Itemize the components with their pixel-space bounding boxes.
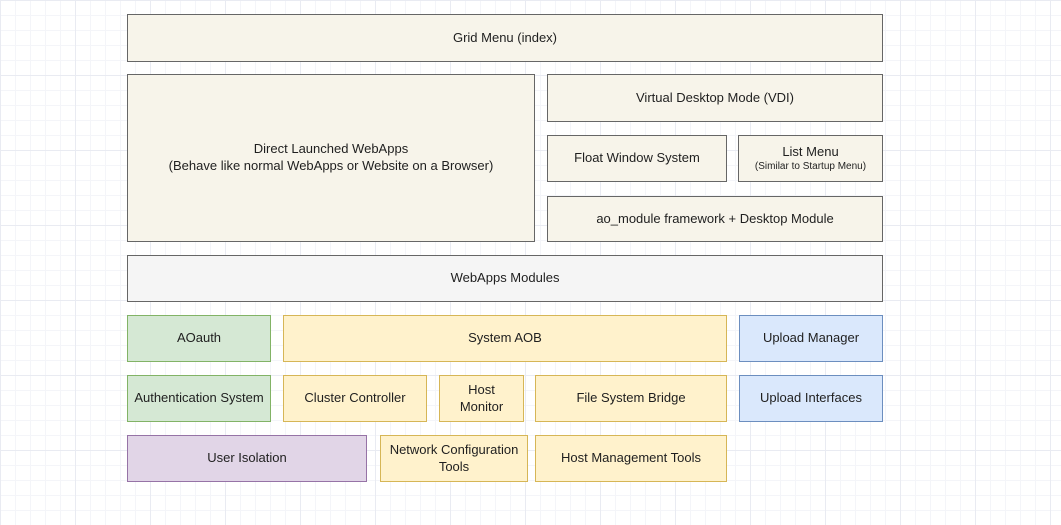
cluster-controller-label: Cluster Controller — [304, 390, 405, 407]
network-configuration-tools-box: Network Configuration Tools — [380, 435, 528, 482]
ao-module-framework-box: ao_module framework + Desktop Module — [547, 196, 883, 242]
direct-launched-webapps-title: Direct Launched WebApps — [254, 141, 408, 158]
system-aob-box: System AOB — [283, 315, 727, 362]
user-isolation-label: User Isolation — [207, 450, 286, 467]
authentication-system-box: Authentication System — [127, 375, 271, 422]
grid-menu-label: Grid Menu (index) — [453, 30, 557, 47]
authentication-system-label: Authentication System — [134, 390, 263, 407]
aoauth-box: AOauth — [127, 315, 271, 362]
user-isolation-box: User Isolation — [127, 435, 367, 482]
upload-manager-label: Upload Manager — [763, 330, 859, 347]
list-menu-subtitle: (Similar to Startup Menu) — [755, 160, 866, 173]
grid-menu-box: Grid Menu (index) — [127, 14, 883, 62]
system-aob-label: System AOB — [468, 330, 542, 347]
host-management-tools-box: Host Management Tools — [535, 435, 727, 482]
cluster-controller-box: Cluster Controller — [283, 375, 427, 422]
network-configuration-tools-label: Network Configuration Tools — [387, 442, 521, 476]
float-window-system-box: Float Window System — [547, 135, 727, 182]
ao-module-framework-label: ao_module framework + Desktop Module — [596, 211, 833, 228]
list-menu-box: List Menu (Similar to Startup Menu) — [738, 135, 883, 182]
diagram-canvas: Grid Menu (index) Direct Launched WebApp… — [0, 0, 1061, 525]
webapps-modules-box: WebApps Modules — [127, 255, 883, 302]
file-system-bridge-box: File System Bridge — [535, 375, 727, 422]
direct-launched-webapps-box: Direct Launched WebApps (Behave like nor… — [127, 74, 535, 242]
float-window-system-label: Float Window System — [574, 150, 700, 167]
webapps-modules-label: WebApps Modules — [451, 270, 560, 287]
host-monitor-label: Host Monitor — [446, 382, 517, 416]
upload-interfaces-label: Upload Interfaces — [760, 390, 862, 407]
file-system-bridge-label: File System Bridge — [576, 390, 685, 407]
host-management-tools-label: Host Management Tools — [561, 450, 701, 467]
virtual-desktop-mode-label: Virtual Desktop Mode (VDI) — [636, 90, 794, 107]
aoauth-label: AOauth — [177, 330, 221, 347]
host-monitor-box: Host Monitor — [439, 375, 524, 422]
list-menu-title: List Menu — [782, 144, 838, 161]
direct-launched-webapps-subtitle: (Behave like normal WebApps or Website o… — [169, 158, 494, 175]
virtual-desktop-mode-box: Virtual Desktop Mode (VDI) — [547, 74, 883, 122]
upload-interfaces-box: Upload Interfaces — [739, 375, 883, 422]
upload-manager-box: Upload Manager — [739, 315, 883, 362]
